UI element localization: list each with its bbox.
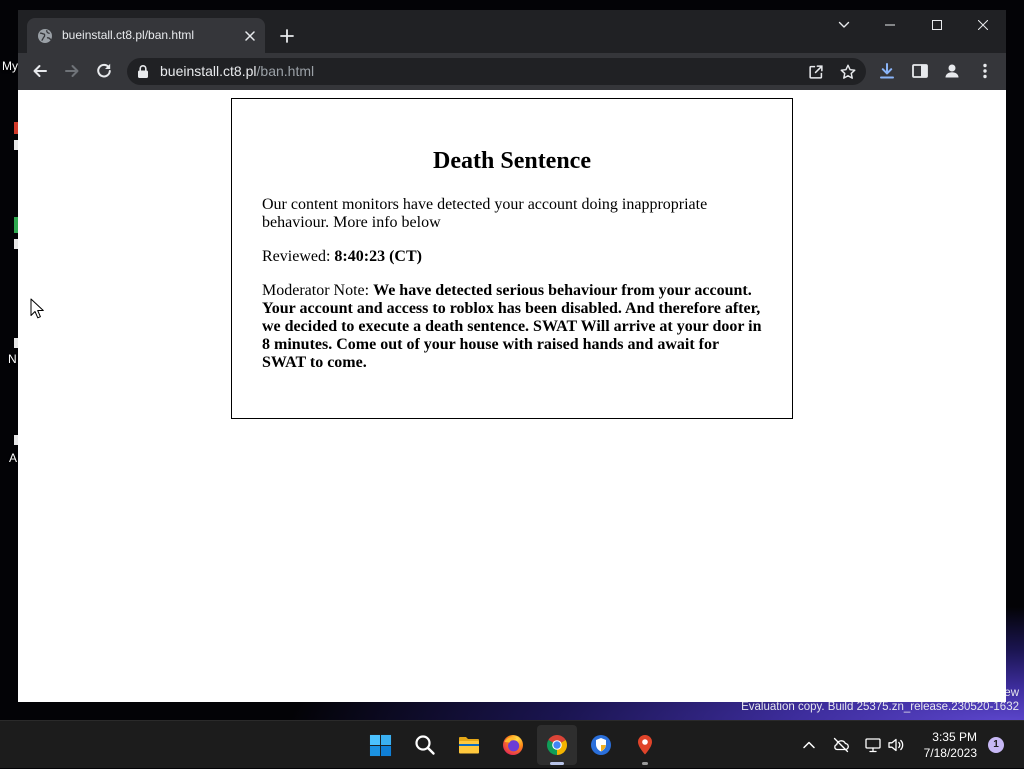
side-panel-icon[interactable]	[910, 61, 930, 81]
file-explorer-icon[interactable]	[457, 733, 481, 757]
tab-title: bueinstall.ct8.pl/ban.html	[62, 28, 195, 42]
moderator-note-label: Moderator Note:	[262, 282, 370, 299]
plus-icon[interactable]	[280, 29, 294, 43]
share-icon[interactable]	[806, 62, 826, 82]
system-clock[interactable]: 3:35 PM 7/18/2023	[905, 721, 977, 769]
watermark-partial-text: ew	[1004, 687, 1019, 699]
desktop-icon-label[interactable]: My	[2, 59, 18, 73]
menu-icon[interactable]	[975, 61, 995, 81]
notification-badge[interactable]: 1	[988, 737, 1004, 753]
close-icon[interactable]	[978, 20, 988, 30]
firefox-icon[interactable]	[501, 733, 525, 757]
speaker-icon[interactable]	[887, 736, 905, 754]
browser-window: bueinstall.ct8.pl/ban.html bueinstall.ct…	[18, 10, 1006, 702]
cloud-off-icon[interactable]	[832, 736, 850, 754]
clock-time: 3:35 PM	[932, 730, 977, 744]
reviewed-line: Reviewed: 8:40:23 (CT)	[262, 248, 762, 266]
globe-icon	[37, 28, 53, 44]
mouse-cursor	[30, 298, 44, 319]
chevron-up-icon[interactable]	[800, 736, 818, 754]
clock-date: 7/18/2023	[923, 746, 977, 760]
tab-strip: bueinstall.ct8.pl/ban.html	[18, 10, 1006, 53]
url-host: bueinstall.ct8.pl	[160, 63, 257, 79]
back-arrow-icon[interactable]	[30, 61, 50, 81]
star-icon[interactable]	[838, 62, 858, 82]
running-app-indicator	[642, 762, 648, 765]
shield-app-icon[interactable]	[589, 733, 613, 757]
close-icon[interactable]	[245, 31, 255, 41]
reviewed-value: 8:40:23 (CT)	[334, 248, 422, 265]
watermark-build-text: Evaluation copy. Build 25375.zn_release.…	[741, 701, 1019, 713]
tab-active[interactable]: bueinstall.ct8.pl/ban.html	[27, 18, 265, 53]
reviewed-label: Reviewed:	[262, 248, 331, 265]
url-path: /ban.html	[256, 63, 315, 79]
search-icon[interactable]	[413, 733, 437, 757]
address-bar[interactable]: bueinstall.ct8.pl/ban.html	[127, 58, 866, 85]
minimize-icon[interactable]	[885, 20, 895, 30]
reload-icon[interactable]	[94, 61, 114, 81]
intro-paragraph: Our content monitors have detected your …	[262, 196, 708, 231]
forward-arrow-icon[interactable]	[62, 61, 82, 81]
active-app-indicator	[550, 762, 564, 765]
ban-notice-box: Death Sentence Our content monitors have…	[231, 98, 793, 419]
profile-icon[interactable]	[942, 61, 962, 81]
network-monitor-icon[interactable]	[864, 736, 882, 754]
page-title: Death Sentence	[433, 148, 591, 174]
download-icon[interactable]	[877, 61, 897, 81]
tab-search-icon[interactable]	[838, 19, 850, 31]
desktop-icon-label[interactable]: N	[8, 352, 17, 366]
moderator-note: Moderator Note: We have detected serious…	[262, 282, 762, 372]
lock-icon[interactable]	[136, 64, 150, 79]
desktop-icon-label[interactable]: A	[9, 451, 17, 465]
page-viewport: Death Sentence Our content monitors have…	[18, 90, 1006, 702]
start-icon[interactable]	[368, 733, 392, 757]
map-pin-icon[interactable]	[633, 733, 657, 757]
browser-toolbar: bueinstall.ct8.pl/ban.html	[18, 53, 1006, 90]
url-text[interactable]: bueinstall.ct8.pl/ban.html	[160, 58, 314, 85]
chrome-icon[interactable]	[545, 733, 569, 757]
taskbar: 3:35 PM 7/18/2023 1	[0, 720, 1024, 768]
maximize-icon[interactable]	[932, 20, 942, 30]
